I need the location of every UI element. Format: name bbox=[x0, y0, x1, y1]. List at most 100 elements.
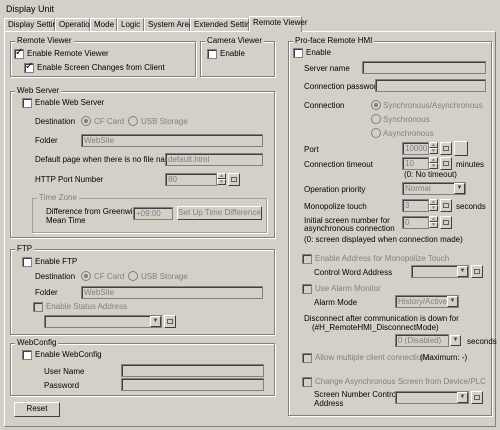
password-label: Password bbox=[44, 381, 80, 390]
camera-enable-label: Enable bbox=[220, 49, 245, 58]
web-usb-storage-label: USB Storage bbox=[141, 117, 188, 126]
http-port-keypad-icon[interactable] bbox=[228, 173, 240, 186]
ftp-cf-card-radio[interactable] bbox=[81, 271, 91, 281]
camera-viewer-group-label: Camera Viewer bbox=[205, 36, 264, 45]
server-name-field[interactable] bbox=[362, 61, 486, 74]
enable-screen-changes-checkbox[interactable]: ✓ bbox=[24, 61, 34, 73]
enable-status-address-checkbox[interactable] bbox=[33, 302, 43, 312]
enable-webconfig-label: Enable WebConfig bbox=[35, 350, 102, 359]
asynchronous-radio[interactable] bbox=[371, 128, 381, 138]
asynchronous-label: Asynchronous bbox=[383, 129, 434, 138]
initial-screen-note: (0: screen displayed when connection mad… bbox=[304, 235, 463, 244]
status-address-keypad-icon[interactable] bbox=[164, 315, 176, 328]
initial-screen-label-line2: asynchronous connection bbox=[304, 224, 395, 233]
chevron-down-icon[interactable]: ▼ bbox=[457, 266, 468, 277]
enable-screen-changes-label: Enable Screen Changes from Client bbox=[37, 63, 165, 72]
web-usb-storage-radio[interactable] bbox=[128, 116, 138, 126]
screen-number-control-field[interactable]: ▼ bbox=[395, 391, 469, 404]
connection-password-label: Connection password bbox=[304, 82, 381, 91]
web-destination-label: Destination bbox=[35, 117, 76, 126]
tab-remote-viewer[interactable]: Remote Viewer bbox=[249, 16, 308, 32]
maximum-connections-label: (Maximum: -) bbox=[420, 353, 468, 362]
default-page-label: Default page when there is no file name bbox=[35, 155, 176, 164]
port-keypad-icon[interactable] bbox=[440, 142, 452, 155]
user-name-field[interactable] bbox=[121, 364, 264, 377]
chevron-down-icon[interactable]: ▼ bbox=[450, 335, 461, 346]
connection-timeout-keypad-icon[interactable] bbox=[440, 157, 452, 170]
monopolize-touch-spinner[interactable]: ▲ ▼ bbox=[429, 199, 438, 212]
port-option-button[interactable] bbox=[454, 141, 468, 156]
ftp-usb-storage-radio[interactable] bbox=[128, 271, 138, 281]
remote-hmi-group-label: Pro-face Remote HMI bbox=[293, 36, 375, 45]
status-address-field[interactable]: ▼ bbox=[44, 315, 162, 328]
web-folder-label: Folder bbox=[35, 136, 58, 145]
connection-timeout-field[interactable]: 10 bbox=[402, 157, 429, 170]
port-spinner[interactable]: ▲ ▼ bbox=[429, 142, 438, 155]
password-field[interactable] bbox=[121, 378, 264, 391]
web-cf-card-label: CF Card bbox=[94, 117, 125, 126]
reset-button[interactable]: Reset bbox=[14, 402, 60, 417]
camera-enable-checkbox[interactable] bbox=[207, 49, 217, 59]
web-folder-field[interactable]: WebSite bbox=[81, 134, 263, 147]
ftp-usb-storage-label: USB Storage bbox=[141, 272, 188, 281]
webconfig-group-label: WebConfig bbox=[15, 338, 59, 347]
enable-remote-viewer-checkbox[interactable]: ✓ bbox=[14, 47, 24, 59]
tab-mode[interactable]: Mode bbox=[90, 18, 117, 31]
monopolize-touch-field[interactable]: 3 bbox=[402, 199, 429, 212]
tab-operation[interactable]: Operation bbox=[55, 18, 94, 31]
enable-webconfig-checkbox[interactable] bbox=[22, 350, 32, 360]
sync-async-label: Synchronous/Asynchronous bbox=[383, 101, 483, 110]
check-mark-icon: ✓ bbox=[25, 61, 34, 72]
server-name-label: Server name bbox=[304, 64, 350, 73]
port-field[interactable]: 10000 bbox=[402, 142, 429, 155]
timeout-note: (0: No timeout) bbox=[404, 170, 457, 179]
monopolize-touch-label: Monopolize touch bbox=[304, 202, 367, 211]
web-cf-card-radio[interactable] bbox=[81, 116, 91, 126]
initial-screen-keypad-icon[interactable] bbox=[440, 216, 452, 229]
connection-timeout-spinner[interactable]: ▲ ▼ bbox=[429, 157, 438, 170]
http-port-field[interactable]: 80 bbox=[165, 173, 217, 186]
chevron-down-icon[interactable]: ▼ bbox=[457, 392, 468, 403]
ftp-cf-card-label: CF Card bbox=[94, 272, 125, 281]
http-port-spinner[interactable]: ▲ ▼ bbox=[217, 173, 226, 186]
check-mark-icon: ✓ bbox=[15, 47, 24, 58]
disconnect-select[interactable]: 0 (Disabled) bbox=[395, 334, 449, 347]
change-async-screen-checkbox[interactable] bbox=[302, 377, 312, 387]
gmt-offset-field[interactable]: +09:00 bbox=[133, 207, 173, 220]
chevron-down-icon[interactable]: ▼ bbox=[150, 316, 161, 327]
camera-viewer-group: Camera Viewer bbox=[200, 36, 275, 77]
connection-password-field[interactable] bbox=[375, 79, 486, 92]
enable-web-server-checkbox[interactable] bbox=[22, 98, 32, 108]
enable-ftp-checkbox[interactable] bbox=[22, 257, 32, 267]
screen-number-keypad-icon[interactable] bbox=[471, 391, 483, 404]
use-alarm-monitor-label: Use Alarm Monitor bbox=[315, 284, 381, 293]
ftp-folder-field[interactable]: WebSite bbox=[81, 286, 263, 299]
tab-display-settings[interactable]: Display Settings bbox=[4, 18, 65, 31]
control-word-keypad-icon[interactable] bbox=[471, 265, 483, 278]
chevron-down-icon[interactable]: ▼ bbox=[454, 183, 465, 194]
disconnect-label-line1: Disconnect after communication is down f… bbox=[304, 314, 459, 323]
tab-extended-settings[interactable]: Extended Settings bbox=[190, 18, 259, 31]
web-server-group-label: Web Server bbox=[15, 86, 62, 95]
tab-system-area[interactable]: System Area bbox=[144, 18, 193, 31]
set-up-time-difference-button[interactable]: Set Up Time Difference bbox=[177, 206, 262, 220]
window-title: Display Unit bbox=[6, 4, 55, 14]
screen-number-control-label-line1: Screen Number Control bbox=[314, 390, 399, 399]
monopolize-touch-keypad-icon[interactable] bbox=[440, 199, 452, 212]
remote-hmi-enable-label: Enable bbox=[306, 48, 331, 57]
synchronous-radio[interactable] bbox=[371, 114, 381, 124]
user-name-label: User Name bbox=[44, 367, 85, 376]
control-word-address-field[interactable]: ▼ bbox=[411, 265, 469, 278]
use-alarm-monitor-checkbox[interactable] bbox=[302, 284, 312, 294]
default-page-field[interactable]: default.html bbox=[165, 153, 263, 166]
remote-hmi-enable-checkbox[interactable] bbox=[293, 48, 303, 58]
synchronous-label: Synchronous bbox=[383, 115, 430, 124]
allow-multiple-connections-checkbox[interactable] bbox=[302, 353, 312, 363]
tab-logic[interactable]: Logic bbox=[117, 18, 144, 31]
initial-screen-spinner[interactable]: ▲ ▼ bbox=[429, 216, 438, 229]
sync-async-radio[interactable] bbox=[371, 100, 381, 110]
enable-ftp-label: Enable FTP bbox=[35, 257, 78, 266]
enable-monopolize-address-checkbox[interactable] bbox=[302, 254, 312, 264]
initial-screen-field[interactable]: 0 bbox=[402, 216, 429, 229]
chevron-down-icon[interactable]: ▼ bbox=[447, 296, 458, 307]
